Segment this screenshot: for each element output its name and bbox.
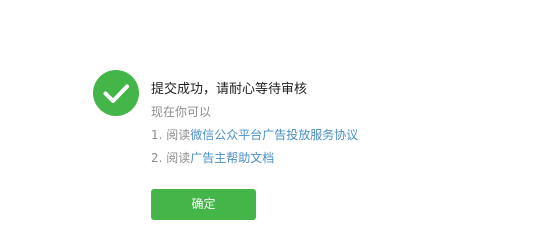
result-subtitle: 现在你可以 xyxy=(151,105,212,119)
result-message: 提交成功，请耐心等待审核 现在你可以 1. 阅读微信公众平台广告投放服务协议 2… xyxy=(151,80,531,168)
service-agreement-link[interactable]: 微信公众平台广告投放服务协议 xyxy=(190,128,358,142)
next-step-item: 2. 阅读广告主帮助文档 xyxy=(151,148,531,168)
advertiser-help-docs-link[interactable]: 广告主帮助文档 xyxy=(190,151,274,165)
next-step-item: 1. 阅读微信公众平台广告投放服务协议 xyxy=(151,125,531,145)
checkmark-circle-icon xyxy=(93,70,139,116)
step-prefix: 2. 阅读 xyxy=(151,151,191,165)
step-prefix: 1. 阅读 xyxy=(151,128,191,142)
submission-success-page: 提交成功，请耐心等待审核 现在你可以 1. 阅读微信公众平台广告投放服务协议 2… xyxy=(0,0,546,242)
checkmark-icon xyxy=(103,84,129,103)
confirm-button[interactable]: 确定 xyxy=(151,189,256,220)
result-title: 提交成功，请耐心等待审核 xyxy=(151,82,308,97)
